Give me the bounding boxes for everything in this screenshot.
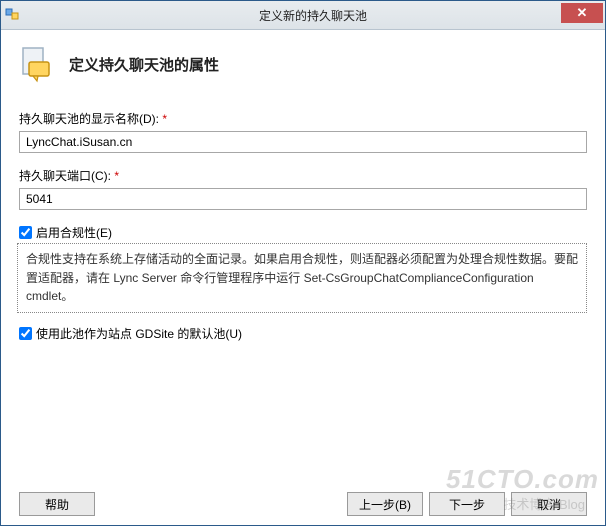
display-name-input[interactable] (19, 131, 587, 153)
window-title: 定义新的持久聊天池 (21, 7, 605, 24)
required-asterisk: * (114, 169, 119, 183)
display-name-label: 持久聊天池的显示名称(D): * (19, 110, 587, 127)
default-pool-row: 使用此池作为站点 GDSite 的默认池(U) (19, 325, 587, 342)
button-row: 帮助 上一步(B) 下一步 取消 (19, 482, 587, 516)
page-header: 定义持久聊天池的属性 (19, 44, 587, 84)
default-pool-label[interactable]: 使用此池作为站点 GDSite 的默认池(U) (36, 325, 242, 342)
port-label: 持久聊天端口(C): * (19, 167, 587, 184)
next-button[interactable]: 下一步 (429, 492, 505, 516)
required-asterisk: * (162, 112, 167, 126)
back-button[interactable]: 上一步(B) (347, 492, 423, 516)
help-button[interactable]: 帮助 (19, 492, 95, 516)
app-icon (5, 7, 21, 23)
default-pool-checkbox[interactable] (19, 327, 32, 340)
compliance-row: 启用合规性(E) (19, 224, 587, 241)
close-button[interactable]: ✕ (561, 3, 603, 23)
wizard-window: 定义新的持久聊天池 ✕ 定义持久聊天池的属性 持久聊天池的显示名称(D): * … (0, 0, 606, 526)
pool-icon (19, 44, 59, 84)
cancel-button[interactable]: 取消 (511, 492, 587, 516)
wizard-body: 定义持久聊天池的属性 持久聊天池的显示名称(D): * 持久聊天端口(C): *… (1, 30, 605, 526)
titlebar: 定义新的持久聊天池 ✕ (1, 1, 605, 30)
compliance-label[interactable]: 启用合规性(E) (36, 224, 112, 241)
compliance-checkbox[interactable] (19, 226, 32, 239)
page-title: 定义持久聊天池的属性 (69, 54, 219, 75)
compliance-description: 合规性支持在系统上存储活动的全面记录。如果启用合规性，则适配器必须配置为处理合规… (17, 243, 587, 313)
close-icon: ✕ (577, 5, 588, 21)
port-input[interactable] (19, 188, 587, 210)
